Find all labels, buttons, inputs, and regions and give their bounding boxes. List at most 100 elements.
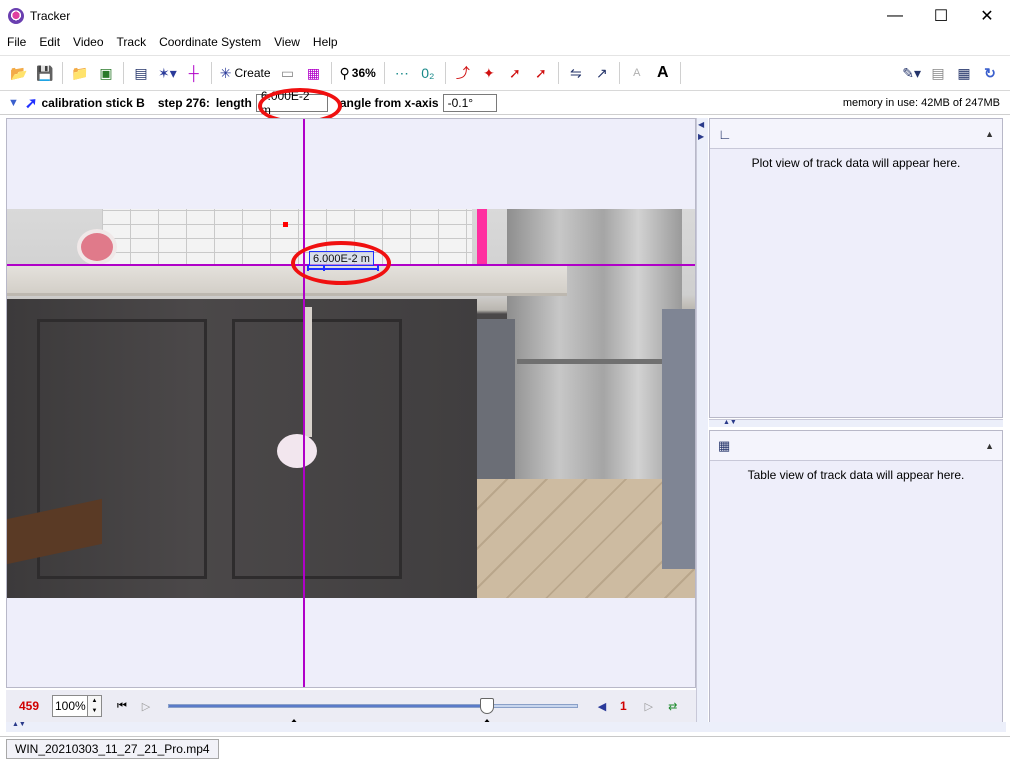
collapse-right-icon[interactable]: ▶: [698, 132, 704, 141]
save-video-icon[interactable]: ▣: [94, 60, 118, 86]
menu-help[interactable]: Help: [306, 35, 344, 49]
plot-axes-icon[interactable]: ∟: [718, 126, 732, 142]
spin-up-icon[interactable]: ▲: [92, 698, 98, 704]
font-smaller-button[interactable]: A: [625, 60, 649, 86]
plot-view-panel: ∟ ▲ Plot view of track data will appear …: [709, 118, 1003, 418]
reset-to-start-icon[interactable]: ⏮: [110, 700, 134, 713]
toolbar-separator: [330, 62, 332, 84]
countertop: [7, 266, 567, 296]
split-pane-divider[interactable]: [696, 118, 708, 732]
notes-icon[interactable]: ▤: [926, 60, 950, 86]
table-grid-icon[interactable]: ▦: [718, 438, 730, 454]
tracker-app-icon: [8, 7, 24, 24]
tape-roll: [77, 229, 117, 265]
calibration-tools-icon[interactable]: ✶▾: [155, 60, 180, 86]
step-forward-icon[interactable]: ▷: [637, 700, 661, 713]
video-tab[interactable]: WIN_20210303_11_27_21_Pro.mp4: [6, 739, 219, 759]
divider-arrows-icon[interactable]: ▲▼: [723, 419, 737, 426]
collapse-left-icon[interactable]: ◀: [698, 120, 704, 129]
panel-divider[interactable]: ▲▼: [709, 419, 1003, 427]
create-track-button[interactable]: ✳ Create: [217, 60, 274, 86]
notes-window-icon[interactable]: ▦: [952, 60, 976, 86]
autotracker-icon[interactable]: ▦: [302, 60, 326, 86]
slider-knob[interactable]: [480, 698, 494, 714]
create-star-icon: ✳: [219, 64, 232, 81]
pencil-drawing-icon[interactable]: ✎▾: [899, 60, 924, 86]
step-label: step 276:: [157, 95, 210, 110]
zoom-spinner[interactable]: ▲ ▼: [88, 695, 102, 717]
vector-sum-icon[interactable]: ⇋: [564, 60, 588, 86]
menu-file[interactable]: File: [0, 35, 32, 49]
toolbar-separator: [557, 62, 559, 84]
pendulum-ball: [277, 434, 317, 468]
main-toolbar: 📂 💾 📁 ▣ ▤ ✶▾ ┼ ✳ Create ▭ ▦ ⚲ 36% ⋯ 0₂ ⤴…: [0, 55, 1010, 91]
track-name[interactable]: calibration stick B: [41, 96, 144, 110]
menu-track[interactable]: Track: [110, 35, 153, 49]
reference-frame-icon[interactable]: ↗: [590, 60, 614, 86]
zoom-level: 36%: [351, 66, 376, 80]
video-tabs: WIN_20210303_11_27_21_Pro.mp4: [0, 736, 1010, 761]
table-view-header: ▦ ▲: [710, 431, 1002, 461]
loop-icon[interactable]: ⇄: [661, 700, 685, 713]
angle-label: angle from x-axis: [339, 95, 439, 110]
y-axis-line[interactable]: [303, 119, 305, 687]
red-marker: [283, 222, 288, 227]
trails-icon[interactable]: ⤴: [451, 60, 475, 86]
bottom-divider[interactable]: ▲▼: [6, 721, 1006, 732]
panel-collapse-icon[interactable]: ▲: [985, 129, 994, 139]
axes-icon[interactable]: ┼: [182, 60, 206, 86]
toolbar-separator: [62, 62, 63, 84]
player-controls: 459 100% ▲ ▼ ⏮ ▷ ◀ 1 ▷ ⇄: [6, 690, 696, 725]
menu-edit[interactable]: Edit: [32, 35, 66, 49]
close-button[interactable]: ✕: [964, 0, 1010, 31]
acceleration-vector-icon[interactable]: ➚: [529, 60, 553, 86]
length-label: length: [215, 95, 252, 110]
position-marker-icon[interactable]: ✦: [477, 60, 501, 86]
menu-view[interactable]: View: [267, 35, 306, 49]
plot-view-header: ∟ ▲: [710, 119, 1002, 149]
track-control-icon[interactable]: ▭: [276, 60, 300, 86]
create-label: Create: [234, 66, 271, 80]
video-panel[interactable]: 6.000E-2 m: [6, 118, 696, 688]
island-cabinet: [7, 299, 477, 598]
step-back-icon[interactable]: ◀: [590, 700, 614, 713]
track-info-bar: ▼ ➚ calibration stick B step 276: length…: [0, 89, 1010, 117]
toolbar-separator: [123, 62, 124, 84]
open-video-icon[interactable]: 📁: [68, 60, 92, 86]
track-menu-triangle-icon[interactable]: ▼: [8, 97, 19, 109]
panel-collapse-icon[interactable]: ▲: [985, 441, 994, 451]
spin-down-icon[interactable]: ▼: [92, 708, 98, 714]
font-larger-button[interactable]: A: [651, 60, 675, 86]
title-bar: Tracker — ☐ ✕: [0, 0, 1010, 31]
toolbar-separator: [444, 62, 446, 84]
menu-coordinate-system[interactable]: Coordinate System: [152, 35, 267, 49]
show-points-icon[interactable]: ⋯: [390, 60, 414, 86]
step-size[interactable]: 1: [620, 699, 627, 713]
zoom-input[interactable]: 100%: [52, 695, 88, 717]
maximize-button[interactable]: ☐: [918, 0, 964, 31]
clip-settings-icon[interactable]: ▤: [129, 60, 153, 86]
play-icon[interactable]: ▷: [134, 700, 158, 713]
save-icon[interactable]: 💾: [33, 60, 57, 86]
menu-video[interactable]: Video: [66, 35, 109, 49]
table-view-panel: ▦ ▲ Table view of track data will appear…: [709, 430, 1003, 732]
cabinet-door: [232, 319, 402, 579]
open-folder-icon[interactable]: 📂: [7, 60, 31, 86]
calibration-highlight-circle: [291, 241, 391, 285]
grey-cabinet: [662, 309, 695, 569]
frame-slider[interactable]: [168, 698, 578, 725]
toolbar-separator: [210, 62, 212, 84]
refresh-icon[interactable]: ↻: [978, 60, 1002, 86]
collapse-down-icon[interactable]: ▲▼: [12, 721, 26, 728]
show-labels-icon[interactable]: 0₂: [416, 60, 440, 86]
velocity-vector-icon[interactable]: ➚: [503, 60, 527, 86]
frame-number: 459: [18, 699, 40, 713]
table-view-message: Table view of track data will appear her…: [747, 468, 965, 482]
angle-field[interactable]: -0.1°: [442, 93, 497, 112]
window-title: Tracker: [30, 8, 71, 23]
side-cabinet: [477, 319, 515, 479]
calibration-stick-icon[interactable]: ➚: [25, 94, 38, 112]
zoom-button[interactable]: ⚲ 36%: [337, 60, 379, 86]
minimize-button[interactable]: —: [872, 0, 918, 31]
toolbar-separator: [383, 62, 385, 84]
